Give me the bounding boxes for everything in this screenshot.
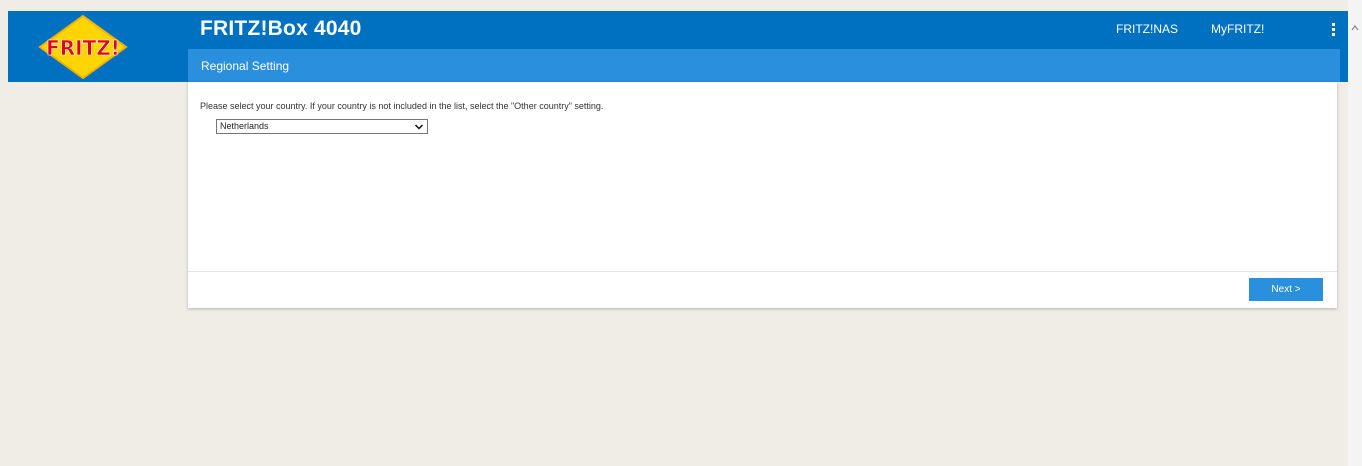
- fritz-logo[interactable]: FRITZ!: [38, 14, 128, 80]
- page-header: Regional Setting: [188, 49, 1340, 82]
- country-select[interactable]: Netherlands: [216, 119, 428, 134]
- chevron-down-icon: [414, 124, 424, 130]
- scrollbar[interactable]: [1348, 0, 1362, 466]
- page-title: Regional Setting: [201, 59, 290, 73]
- product-title: FRITZ!Box 4040: [200, 17, 362, 40]
- nav-fritz-nas[interactable]: FRITZ!NAS: [1116, 22, 1178, 36]
- divider: [188, 271, 1337, 272]
- kebab-menu-icon[interactable]: [1326, 21, 1340, 41]
- nav-myfritz[interactable]: MyFRITZ!: [1211, 22, 1264, 36]
- content-card: Please select your country. If your coun…: [188, 82, 1337, 308]
- country-prompt: Please select your country. If your coun…: [200, 101, 604, 111]
- logo-text: FRITZ!: [46, 36, 120, 60]
- next-button[interactable]: Next >: [1249, 278, 1323, 301]
- country-select-value: Netherlands: [220, 121, 269, 131]
- scroll-up-icon[interactable]: [1351, 24, 1359, 32]
